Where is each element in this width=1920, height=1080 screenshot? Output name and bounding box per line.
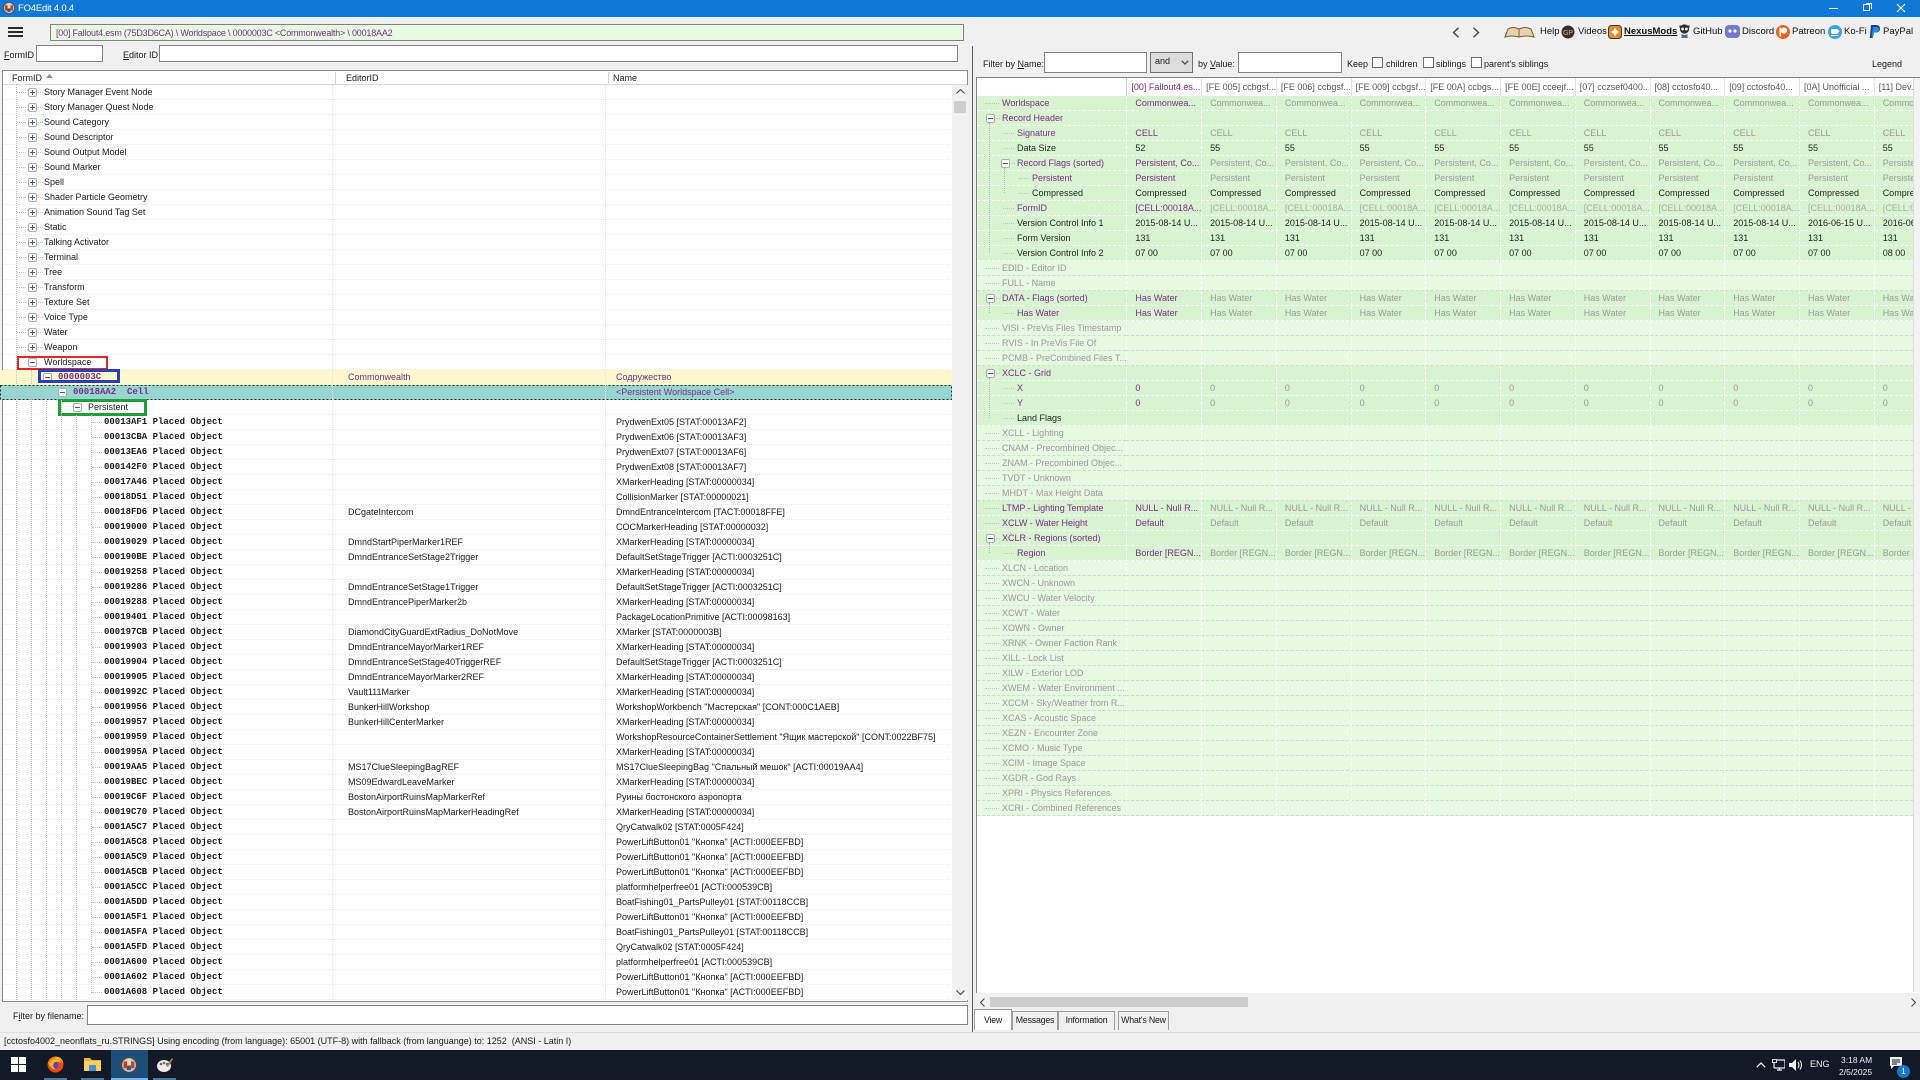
svg-text:GP: GP bbox=[1563, 30, 1573, 37]
